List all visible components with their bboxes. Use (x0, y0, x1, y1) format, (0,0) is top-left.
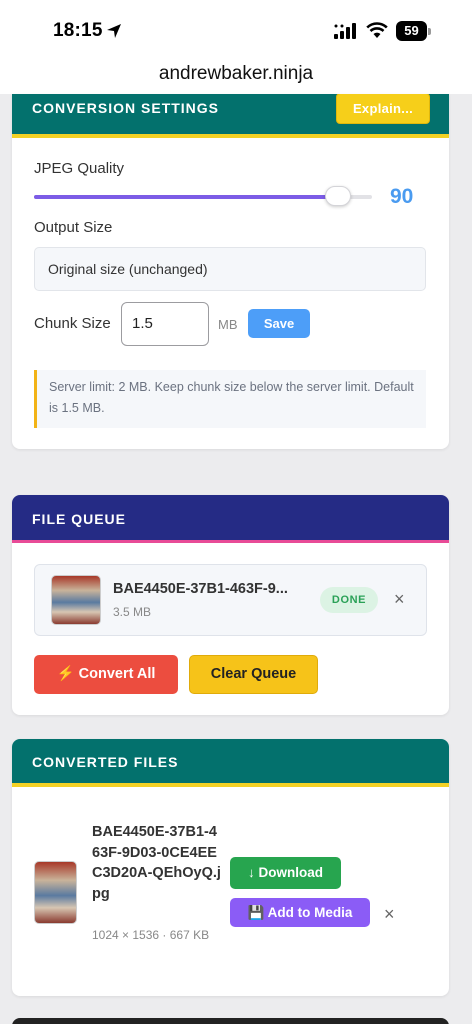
conversion-settings-card: CONVERSION SETTINGS Explain... JPEG Qual… (12, 94, 449, 449)
queue-file-name: BAE4450E-37B1-463F-9... (113, 581, 288, 597)
output-size-select[interactable]: Original size (unchanged) (34, 247, 426, 291)
converted-files-header: CONVERTED FILES (12, 739, 449, 787)
remove-converted-icon[interactable]: × (384, 904, 395, 925)
converted-thumbnail (34, 861, 77, 924)
conversion-settings-title: CONVERSION SETTINGS (32, 100, 220, 116)
status-badge: DONE (320, 587, 378, 613)
jpeg-quality-value: 90 (390, 185, 414, 208)
converted-file-meta: 1024 × 1536 · 667 KB (92, 928, 210, 942)
url-bar[interactable]: andrewbaker.ninja (0, 62, 472, 94)
conversion-settings-header: CONVERSION SETTINGS Explain... (12, 94, 449, 138)
converted-files-card: CONVERTED FILES BAE4450E-37B1-463F-9D03-… (12, 739, 449, 996)
clock: 18:15 (53, 20, 103, 41)
queue-file-row: BAE4450E-37B1-463F-9... 3.5 MB DONE × (34, 564, 427, 636)
explain-button[interactable]: Explain... (336, 94, 430, 124)
jpeg-quality-label: JPEG Quality (34, 160, 125, 177)
converted-file-name: BAE4450E-37B1-463F-9D03-0CE4EEC3D20A-QEh… (92, 824, 221, 902)
battery-icon: 59 (396, 21, 432, 41)
remove-file-icon[interactable]: × (394, 589, 405, 610)
next-card-edge (12, 1018, 449, 1024)
slider-thumb[interactable] (325, 186, 352, 206)
file-thumbnail (51, 575, 101, 625)
server-limit-info: Server limit: 2 MB. Keep chunk size belo… (34, 370, 426, 428)
jpeg-quality-slider[interactable] (34, 186, 372, 206)
chunk-size-input[interactable]: 1.5 (121, 302, 209, 346)
add-to-media-button[interactable]: 💾 Add to Media (230, 898, 370, 927)
file-queue-header: FILE QUEUE (12, 495, 449, 543)
converted-files-title: CONVERTED FILES (32, 754, 179, 770)
convert-all-button[interactable]: ⚡ Convert All (34, 655, 178, 694)
file-queue-card: FILE QUEUE BAE4450E-37B1-463F-9... 3.5 M… (12, 495, 449, 715)
slider-fill (34, 195, 339, 199)
wifi-icon (366, 22, 388, 38)
clear-queue-button[interactable]: Clear Queue (189, 655, 318, 694)
battery-level: 59 (396, 21, 427, 41)
queue-file-size: 3.5 MB (113, 605, 152, 619)
file-queue-title: FILE QUEUE (32, 511, 127, 527)
status-bar: 18:15 59 (0, 0, 472, 62)
location-arrow-icon (107, 24, 121, 38)
save-button[interactable]: Save (248, 309, 310, 338)
chunk-size-label: Chunk Size (34, 315, 111, 332)
cellular-signal-icon (334, 23, 356, 39)
chunk-size-unit: MB (218, 317, 238, 332)
output-size-label: Output Size (34, 219, 113, 236)
download-button[interactable]: ↓ Download (230, 857, 341, 889)
